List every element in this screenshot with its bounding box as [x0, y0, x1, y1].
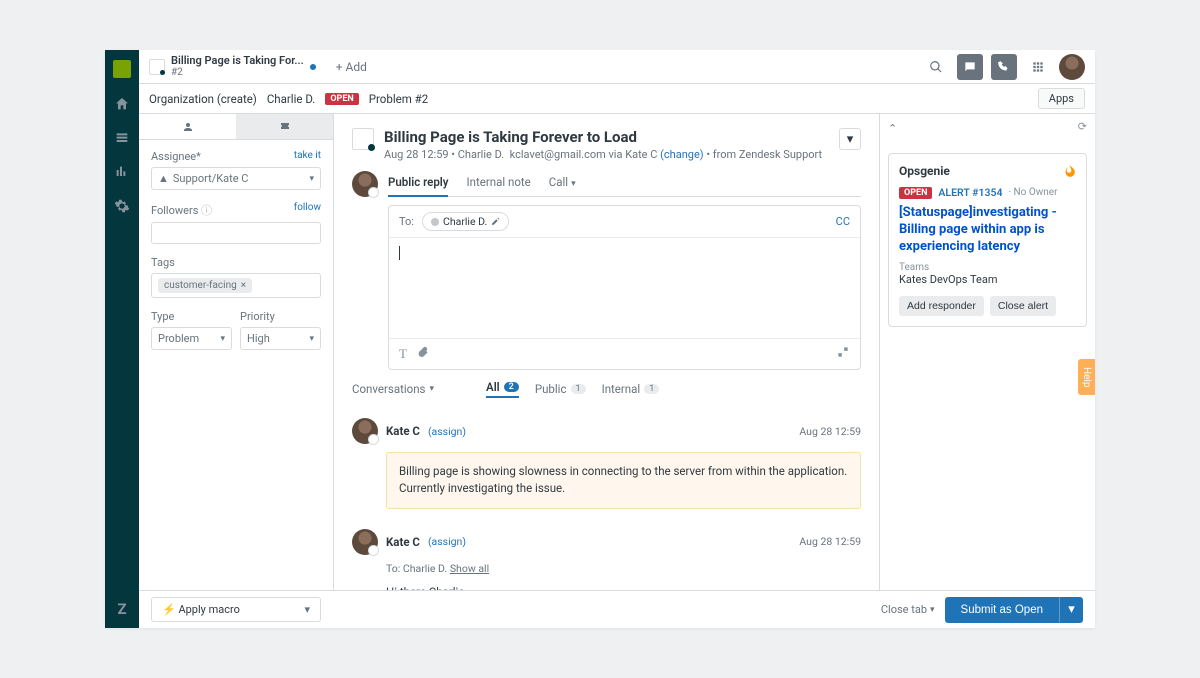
- user-avatar[interactable]: [1059, 54, 1085, 80]
- props-ticket-tab[interactable]: [236, 114, 333, 139]
- msg-timestamp: Aug 28 12:59: [799, 535, 861, 548]
- assign-link[interactable]: (assign): [428, 425, 466, 438]
- fire-icon: [1062, 164, 1076, 178]
- home-icon[interactable]: [114, 96, 130, 112]
- help-tab[interactable]: Help: [1078, 359, 1095, 395]
- text-format-icon[interactable]: T: [399, 346, 407, 362]
- follow-link[interactable]: follow: [294, 202, 321, 218]
- alert-id-link[interactable]: ALERT #1354: [938, 186, 1002, 199]
- assignee-select[interactable]: ▲Support/Kate C▾: [151, 167, 321, 190]
- ticket-meta: Aug 28 12:59 • Charlie D. kclavet@gmail.…: [384, 148, 822, 161]
- tags-label: Tags: [151, 256, 175, 269]
- type-label: Type: [151, 310, 174, 323]
- expand-icon[interactable]: [836, 345, 850, 363]
- apps-panel: ⟳ ⌃ Opsgenie OPEN ALERT #1354 · No Owner…: [880, 114, 1095, 628]
- author-avatar: [352, 529, 378, 555]
- properties-panel: Assignee* take it ▲Support/Kate C▾ Follow…: [139, 114, 334, 628]
- internal-note-tab[interactable]: Internal note: [466, 171, 530, 196]
- reply-editor: To: Charlie D. CC T: [388, 205, 861, 370]
- priority-select[interactable]: High▾: [240, 327, 321, 350]
- breadcrumb-bar: Organization (create) Charlie D. OPEN Pr…: [139, 84, 1095, 114]
- to-label: To:: [399, 215, 414, 228]
- tab-number: #2: [171, 67, 304, 78]
- search-icon[interactable]: [923, 54, 949, 80]
- refresh-icon[interactable]: ⟳: [1078, 120, 1087, 133]
- call-tab[interactable]: Call▾: [549, 171, 576, 196]
- assignee-label: Assignee*: [151, 150, 201, 163]
- take-it-link[interactable]: take it: [294, 150, 321, 163]
- priority-label: Priority: [240, 310, 275, 323]
- alert-owner: · No Owner: [1008, 187, 1057, 198]
- zendesk-z-icon[interactable]: Z: [117, 600, 126, 618]
- zendesk-logo[interactable]: [113, 60, 131, 78]
- reporting-icon[interactable]: [114, 164, 130, 180]
- tags-input[interactable]: customer-facing×: [151, 273, 321, 298]
- collapse-icon[interactable]: ⌃: [888, 122, 897, 135]
- views-icon[interactable]: [114, 130, 130, 146]
- crumb-problem[interactable]: Problem #2: [369, 92, 428, 106]
- close-tab-button[interactable]: Close tab ▾: [881, 603, 935, 616]
- type-select[interactable]: Problem▾: [151, 327, 232, 350]
- apps-grid-icon[interactable]: [1025, 54, 1051, 80]
- apply-macro-select[interactable]: ⚡ Apply macro▾: [151, 597, 321, 622]
- footer-bar: ⚡ Apply macro▾ Close tab ▾ Submit as Ope…: [139, 590, 1095, 628]
- followers-label: Followers ⓘ: [151, 202, 212, 218]
- msg-to-line: To: Charlie D. Show all: [386, 561, 861, 577]
- submit-button[interactable]: Submit as Open: [945, 597, 1059, 623]
- change-link[interactable]: (change): [660, 148, 703, 161]
- ticket-menu-button[interactable]: ▾: [839, 128, 861, 150]
- filter-public[interactable]: Public1: [535, 382, 586, 396]
- ticket-tab[interactable]: Billing Page is Taking For... #2: [149, 55, 316, 78]
- top-bar: Billing Page is Taking For... #2 + Add: [139, 50, 1095, 84]
- edit-icon[interactable]: [491, 217, 500, 226]
- crumb-org[interactable]: Organization (create): [149, 92, 257, 106]
- msg-timestamp: Aug 28 12:59: [799, 425, 861, 438]
- cc-button[interactable]: CC: [836, 215, 850, 228]
- ticket-title: Billing Page is Taking Forever to Load: [384, 128, 822, 146]
- agent-avatar: [352, 171, 378, 197]
- public-reply-tab[interactable]: Public reply: [388, 171, 448, 197]
- opsgenie-title: Opsgenie: [899, 164, 950, 178]
- msg-author: Kate C: [386, 535, 420, 549]
- teams-label: Teams: [899, 262, 1076, 273]
- add-responder-button[interactable]: Add responder: [899, 296, 984, 316]
- conversations-dropdown[interactable]: Conversations ▾: [352, 382, 434, 396]
- internal-note-body: Billing page is showing slowness in conn…: [386, 452, 861, 509]
- author-avatar: [352, 418, 378, 444]
- reply-textarea[interactable]: [389, 238, 860, 338]
- close-alert-button[interactable]: Close alert: [990, 296, 1056, 316]
- status-badge: OPEN: [325, 93, 358, 105]
- submit-dropdown[interactable]: ▾: [1059, 597, 1083, 623]
- unsaved-dot-icon: [310, 64, 316, 70]
- message-item: Kate C (assign) Aug 28 12:59 Billing pag…: [334, 408, 879, 519]
- ticket-type-icon: [352, 128, 374, 150]
- chat-icon[interactable]: [957, 54, 983, 80]
- team-name: Kates DevOps Team: [899, 273, 1076, 286]
- ticket-icon: [149, 59, 165, 75]
- filter-internal[interactable]: Internal1: [602, 382, 660, 396]
- show-all-link[interactable]: Show all: [450, 562, 489, 575]
- alert-title: [Statuspage]investigating - Billing page…: [899, 205, 1076, 256]
- filter-all[interactable]: All2: [486, 380, 519, 398]
- crumb-requester[interactable]: Charlie D.: [267, 92, 316, 106]
- apps-toggle-button[interactable]: Apps: [1038, 88, 1085, 109]
- ticket-panel: Billing Page is Taking Forever to Load A…: [334, 114, 880, 628]
- left-nav: Z: [105, 50, 139, 628]
- opsgenie-card: Opsgenie OPEN ALERT #1354 · No Owner [St…: [888, 153, 1087, 327]
- tab-title: Billing Page is Taking For...: [171, 55, 304, 67]
- props-user-tab[interactable]: [139, 114, 236, 139]
- remove-tag-icon[interactable]: ×: [241, 280, 246, 291]
- admin-icon[interactable]: [114, 198, 130, 214]
- attachment-icon[interactable]: [417, 346, 429, 362]
- add-tab-button[interactable]: + Add: [336, 60, 367, 74]
- to-recipient-chip[interactable]: Charlie D.: [422, 212, 509, 231]
- msg-author: Kate C: [386, 424, 420, 438]
- followers-input[interactable]: [151, 222, 321, 244]
- assign-link[interactable]: (assign): [428, 535, 466, 548]
- phone-icon[interactable]: [991, 54, 1017, 80]
- alert-status-badge: OPEN: [899, 187, 932, 199]
